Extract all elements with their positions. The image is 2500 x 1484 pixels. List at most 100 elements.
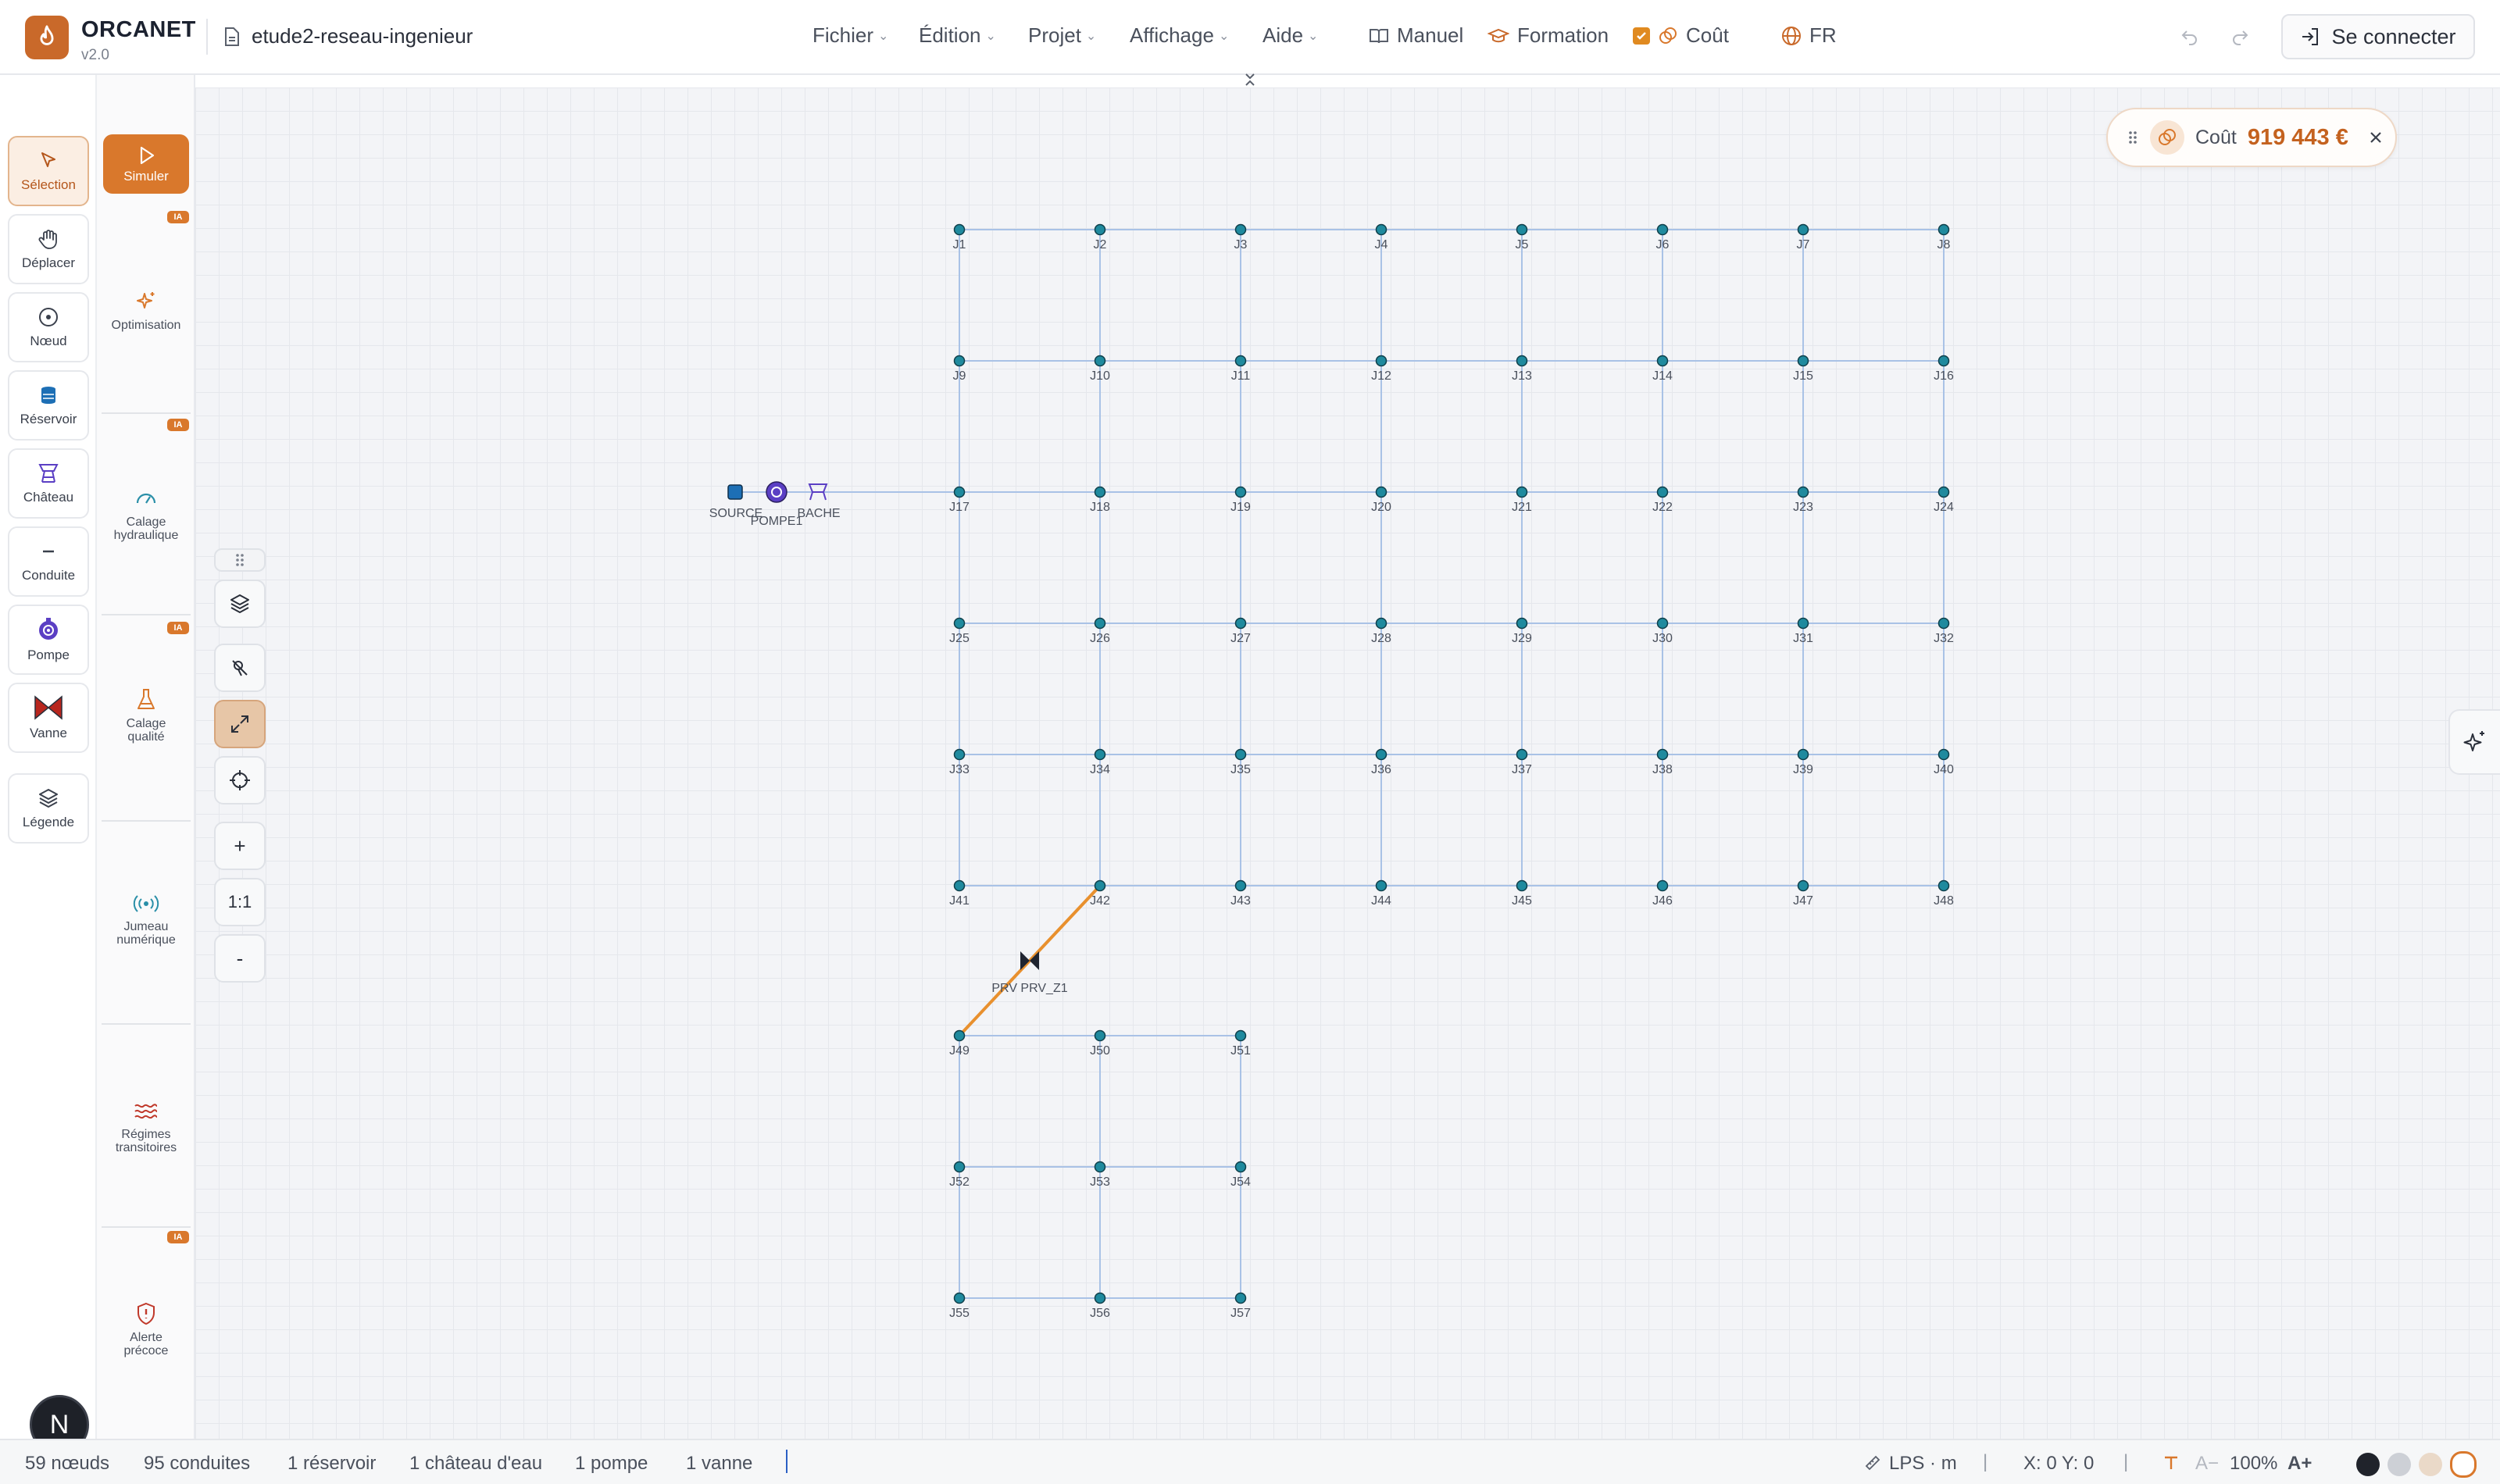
manual-link[interactable]: Manuel — [1369, 23, 1463, 48]
junction-node[interactable] — [1234, 879, 1247, 892]
water-tower-icon[interactable] — [808, 483, 828, 501]
junction-node[interactable] — [1234, 1292, 1247, 1304]
module-hydraulic-calibration[interactable]: Calage hydraulique — [97, 486, 195, 542]
junction-node[interactable] — [1375, 748, 1388, 761]
junction-node[interactable] — [1797, 617, 1809, 630]
junction-node[interactable] — [1234, 1161, 1247, 1173]
drag-handle-icon[interactable] — [2127, 130, 2139, 145]
tool-selection[interactable]: Sélection — [8, 136, 89, 206]
project-file-name[interactable]: etude2-reseau-ingenieur — [252, 24, 473, 48]
source-reservoir-icon[interactable] — [727, 484, 743, 500]
junction-node[interactable] — [1094, 1292, 1106, 1304]
close-icon[interactable] — [2367, 129, 2384, 146]
junction-node[interactable] — [1938, 486, 1950, 498]
junction-node[interactable] — [1797, 748, 1809, 761]
junction-node[interactable] — [1375, 617, 1388, 630]
training-link[interactable]: Formation — [1488, 23, 1609, 48]
undo-icon[interactable] — [2177, 23, 2203, 50]
junction-node[interactable] — [1516, 617, 1528, 630]
tool-water-tower[interactable]: Château — [8, 448, 89, 519]
tool-pump[interactable]: Pompe — [8, 605, 89, 675]
tool-node[interactable]: Nœud — [8, 292, 89, 362]
font-increase-button[interactable]: A+ — [2288, 1453, 2312, 1475]
junction-node[interactable] — [1516, 879, 1528, 892]
font-decrease-button[interactable]: A− — [2195, 1453, 2219, 1475]
junction-node[interactable] — [1516, 223, 1528, 236]
menu-fichier[interactable]: Fichier ⌄ — [812, 23, 888, 48]
junction-node[interactable] — [953, 355, 966, 367]
module-digital-twin[interactable]: Jumeau numérique — [97, 892, 195, 947]
tool-pipe[interactable]: Conduite — [8, 526, 89, 597]
junction-node[interactable] — [1094, 486, 1106, 498]
junction-node[interactable] — [1938, 879, 1950, 892]
junction-node[interactable] — [1375, 486, 1388, 498]
pump-icon[interactable] — [766, 481, 788, 503]
junction-node[interactable] — [953, 486, 966, 498]
junction-node[interactable] — [1797, 355, 1809, 367]
module-optimisation[interactable]: Optimisation — [97, 289, 195, 332]
map-off-button[interactable] — [214, 644, 266, 692]
cost-checkbox[interactable] — [1633, 27, 1650, 45]
junction-node[interactable] — [1094, 879, 1106, 892]
junction-node[interactable] — [953, 1292, 966, 1304]
junction-node[interactable] — [1234, 617, 1247, 630]
theme-dark-swatch[interactable] — [2356, 1453, 2380, 1476]
junction-node[interactable] — [1375, 223, 1388, 236]
junction-node[interactable] — [1797, 486, 1809, 498]
simulate-button[interactable]: Simuler — [103, 134, 189, 194]
tool-legend[interactable]: Légende — [8, 773, 89, 844]
junction-node[interactable] — [1234, 355, 1247, 367]
collapse-header-icon[interactable] — [1242, 72, 1258, 87]
junction-node[interactable] — [1094, 617, 1106, 630]
theme-orange-swatch[interactable] — [2450, 1451, 2477, 1478]
status-units[interactable]: LPS · m — [1889, 1453, 1957, 1475]
center-view-button[interactable] — [214, 756, 266, 804]
junction-node[interactable] — [1516, 486, 1528, 498]
language-selector[interactable]: FR — [1781, 23, 1837, 48]
network-canvas[interactable]: PRV PRV_Z1 J1 J2 J3 J4 J5 J6 J7 J8 J9 J10 J11 J12 J13… — [195, 87, 2500, 1439]
tool-reservoir[interactable]: Réservoir — [8, 370, 89, 441]
junction-node[interactable] — [1234, 223, 1247, 236]
orcanet-logo[interactable] — [25, 16, 69, 59]
junction-node[interactable] — [1938, 748, 1950, 761]
junction-node[interactable] — [1234, 748, 1247, 761]
module-transient-regimes[interactable]: Régimes transitoires — [97, 1100, 195, 1154]
junction-node[interactable] — [1094, 748, 1106, 761]
junction-node[interactable] — [1656, 879, 1669, 892]
junction-node[interactable] — [1797, 879, 1809, 892]
junction-node[interactable] — [1797, 223, 1809, 236]
zoom-out-button[interactable]: - — [214, 934, 266, 983]
junction-node[interactable] — [1375, 355, 1388, 367]
junction-node[interactable] — [1516, 748, 1528, 761]
junction-node[interactable] — [1094, 1161, 1106, 1173]
controls-drag-handle[interactable] — [214, 548, 266, 572]
cost-toggle[interactable]: Coût — [1633, 23, 1729, 48]
zoom-reset-button[interactable]: 1:1 — [214, 878, 266, 926]
network-diagram[interactable]: PRV PRV_Z1 J1 J2 J3 J4 J5 J6 J7 J8 J9 J10 J11 J12 J13… — [195, 87, 2500, 1439]
junction-node[interactable] — [1516, 355, 1528, 367]
junction-node[interactable] — [1656, 223, 1669, 236]
junction-node[interactable] — [1656, 486, 1669, 498]
module-quality-calibration[interactable]: Calage qualité — [97, 687, 195, 744]
zoom-in-button[interactable]: + — [214, 822, 266, 870]
junction-node[interactable] — [1094, 223, 1106, 236]
theme-warm-swatch[interactable] — [2419, 1453, 2442, 1476]
tool-move[interactable]: Déplacer — [8, 214, 89, 284]
redo-icon[interactable] — [2227, 23, 2253, 50]
menu-aide[interactable]: Aide ⌄ — [1262, 23, 1318, 48]
junction-node[interactable] — [1094, 355, 1106, 367]
junction-node[interactable] — [1375, 879, 1388, 892]
junction-node[interactable] — [1938, 617, 1950, 630]
junction-node[interactable] — [953, 879, 966, 892]
junction-node[interactable] — [1234, 486, 1247, 498]
fit-view-button[interactable] — [214, 700, 266, 748]
junction-node[interactable] — [1656, 748, 1669, 761]
module-early-warning[interactable]: Alerte précoce — [97, 1301, 195, 1357]
junction-node[interactable] — [1094, 1029, 1106, 1042]
tool-valve[interactable]: Vanne — [8, 683, 89, 753]
junction-node[interactable] — [1234, 1029, 1247, 1042]
junction-node[interactable] — [953, 1161, 966, 1173]
login-button[interactable]: Se connecter — [2281, 14, 2475, 59]
junction-node[interactable] — [1656, 617, 1669, 630]
junction-node[interactable] — [1938, 355, 1950, 367]
